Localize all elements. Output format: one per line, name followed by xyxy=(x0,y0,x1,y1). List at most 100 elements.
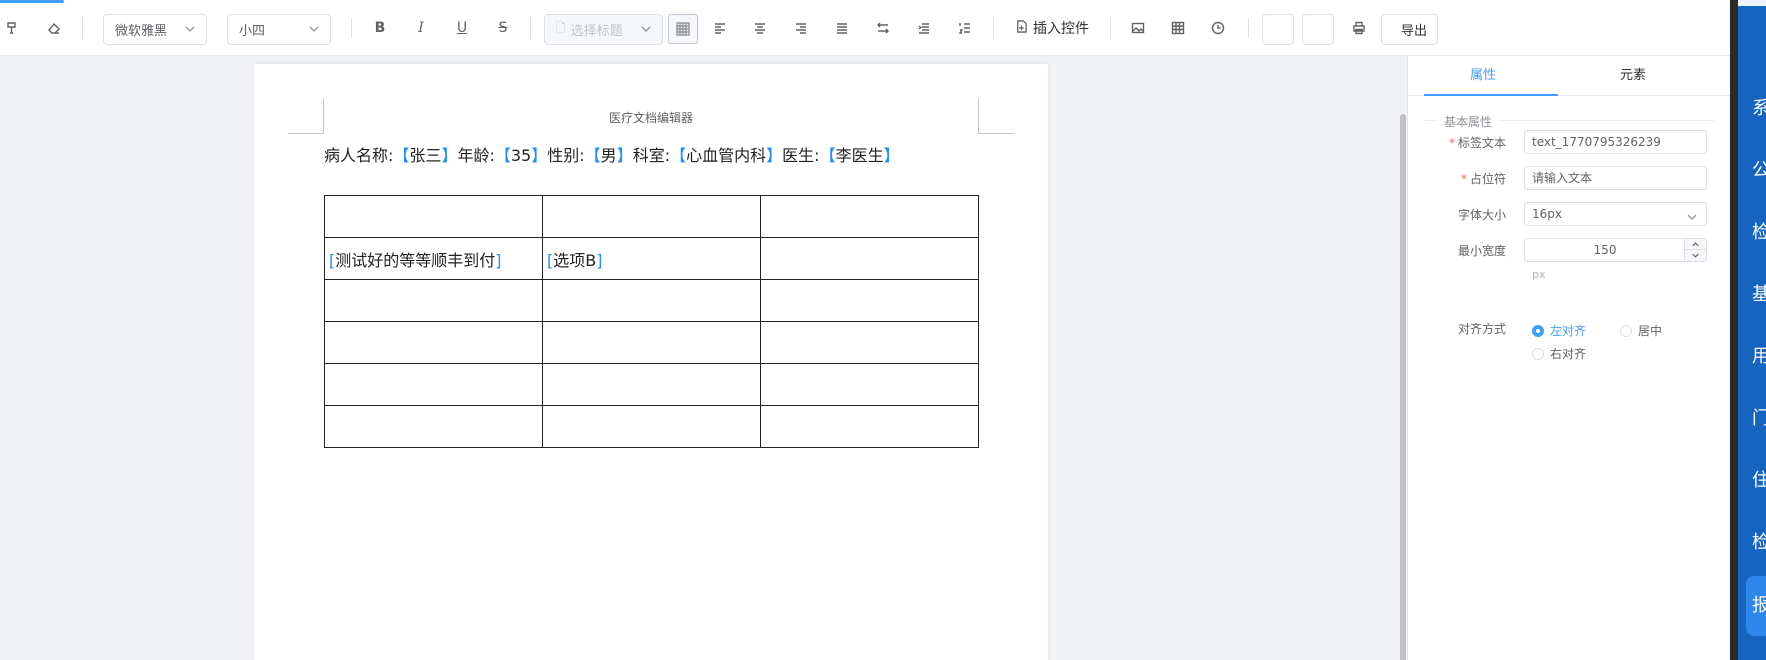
side-nav-item-8[interactable]: 检 xyxy=(1752,528,1766,554)
table-cell[interactable] xyxy=(324,279,543,322)
table-icon[interactable] xyxy=(1166,15,1190,41)
field-control[interactable]: 【李医生】 xyxy=(820,146,900,165)
side-nav-item-1[interactable]: 系 xyxy=(1752,94,1766,120)
table-cell[interactable] xyxy=(760,279,979,322)
table-cell[interactable] xyxy=(542,195,761,238)
label-text-input[interactable]: text_1770795326239 xyxy=(1524,130,1707,154)
underline-button[interactable]: U xyxy=(450,15,474,41)
table-cell[interactable] xyxy=(542,363,761,406)
field-control[interactable]: 【男】 xyxy=(585,146,633,165)
field-control[interactable]: 【心血管内科】 xyxy=(670,146,782,165)
window-divider xyxy=(1730,0,1738,660)
cell-control-value[interactable]: 测试好的等等顺丰到付 xyxy=(335,251,495,270)
table-cell[interactable] xyxy=(324,363,543,406)
align-justify-icon[interactable] xyxy=(830,15,854,41)
min-width-stepper[interactable]: 150 xyxy=(1524,238,1707,262)
file-plus-icon xyxy=(1015,19,1028,37)
table-cell[interactable] xyxy=(324,405,543,448)
table-cell[interactable] xyxy=(542,405,761,448)
toolbar-divider xyxy=(82,18,83,38)
align-left-label: 左对齐 xyxy=(1550,324,1587,338)
table-cell[interactable] xyxy=(760,405,979,448)
side-nav-item-3[interactable]: 检 xyxy=(1752,218,1766,244)
ordered-list-icon[interactable] xyxy=(953,15,977,41)
table-cell[interactable] xyxy=(760,237,979,280)
table-cell[interactable] xyxy=(760,321,979,364)
side-nav-item-5[interactable]: 用 xyxy=(1752,342,1766,368)
tab-active-indicator xyxy=(1424,94,1558,96)
field-control[interactable]: 【35】 xyxy=(495,146,547,165)
table-cell[interactable] xyxy=(760,363,979,406)
heading-placeholder: 选择标题 xyxy=(570,24,623,39)
field-label: 医生: xyxy=(782,146,820,165)
field-bracket-close: 】 xyxy=(441,146,458,165)
table-cell[interactable]: [选项B] xyxy=(542,237,761,280)
font-size-select[interactable]: 小四 xyxy=(227,14,331,45)
indent-icon[interactable] xyxy=(912,15,936,41)
canvas-scrollbar[interactable] xyxy=(1400,114,1406,660)
increment-button[interactable] xyxy=(1685,239,1706,250)
background-color-icon[interactable] xyxy=(668,14,698,44)
field-value: 张三 xyxy=(409,146,442,165)
table-row xyxy=(324,195,979,238)
properties-panel: 属性 元素 基本属性 * 标签文本 text_1770795326239 * 占位符… xyxy=(1407,56,1730,660)
align-center-icon[interactable] xyxy=(748,15,772,41)
table-cell[interactable] xyxy=(542,321,761,364)
field-bracket-close: 】 xyxy=(531,146,548,165)
clock-icon[interactable] xyxy=(1206,15,1230,41)
form-row-min-width: 最小宽度 150 px xyxy=(1408,238,1731,281)
table-cell[interactable] xyxy=(542,279,761,322)
table-cell[interactable] xyxy=(324,195,543,238)
decrement-button[interactable] xyxy=(1685,250,1706,261)
format-painter-icon[interactable] xyxy=(0,15,24,41)
align-left-icon[interactable] xyxy=(708,15,732,41)
required-mark: * xyxy=(1460,172,1467,186)
tab-properties[interactable]: 属性 xyxy=(1408,56,1558,95)
export-button[interactable]: 导出 xyxy=(1381,14,1438,45)
side-nav-item-9[interactable]: 报 xyxy=(1746,576,1766,636)
strikethrough-button[interactable]: S xyxy=(491,15,515,41)
side-nav-item-7[interactable]: 住 xyxy=(1752,466,1766,492)
printer-icon[interactable] xyxy=(1347,15,1371,41)
align-left-radio[interactable]: 左对齐 xyxy=(1532,322,1586,339)
table-row xyxy=(324,279,979,322)
highlight-color-button[interactable] xyxy=(1302,14,1334,45)
stepper-controls xyxy=(1684,239,1706,261)
text-color-button[interactable] xyxy=(1262,14,1294,45)
placeholder-label: * 占位符 xyxy=(1461,166,1506,192)
font-family-select[interactable]: 微软雅黑 xyxy=(103,14,207,45)
side-nav-item-2[interactable]: 公 xyxy=(1752,156,1766,182)
eraser-icon[interactable] xyxy=(42,15,66,41)
field-bracket-open: 【 xyxy=(584,146,601,165)
cell-control-value[interactable]: 选项B xyxy=(553,251,596,270)
tab-elements[interactable]: 元素 xyxy=(1558,56,1708,95)
insert-control-button[interactable]: 插入控件 xyxy=(1015,15,1089,41)
control-bracket-close: ] xyxy=(495,250,502,270)
editor-canvas[interactable]: 医疗文档编辑器 病人名称:【张三】年龄:【35】性别:【男】科室:【心血管内科】… xyxy=(0,56,1406,660)
chevron-down-icon xyxy=(1686,208,1698,230)
patient-info-line: 病人名称:【张三】年龄:【35】性别:【男】科室:【心血管内科】医生:【李医生】 xyxy=(324,142,900,166)
strikethrough-label: S xyxy=(498,20,508,36)
font-size-select[interactable]: 16px xyxy=(1524,202,1707,226)
heading-select[interactable]: 🗋 选择标题 xyxy=(544,14,663,45)
field-value: 李医生 xyxy=(835,146,884,165)
document-table[interactable]: [测试好的等等顺丰到付] [选项B] xyxy=(324,195,979,448)
document-page[interactable]: 医疗文档编辑器 病人名称:【张三】年龄:【35】性别:【男】科室:【心血管内科】… xyxy=(254,64,1048,660)
table-cell[interactable] xyxy=(760,195,979,238)
align-center-radio[interactable]: 居中 xyxy=(1620,322,1662,339)
field-control[interactable]: 【张三】 xyxy=(393,146,457,165)
image-icon[interactable] xyxy=(1126,15,1150,41)
table-cell[interactable] xyxy=(324,321,543,364)
bold-button[interactable]: B xyxy=(368,15,392,41)
align-right-icon[interactable] xyxy=(789,15,813,41)
bold-label: B xyxy=(374,20,386,36)
min-width-value[interactable]: 150 xyxy=(1525,239,1685,261)
italic-button[interactable]: I xyxy=(409,15,433,41)
label-text-label: * 标签文本 xyxy=(1449,130,1506,156)
placeholder-input[interactable]: 请输入文本 xyxy=(1524,166,1707,190)
table-cell[interactable]: [测试好的等等顺丰到付] xyxy=(324,237,543,280)
side-nav-item-6[interactable]: 门 xyxy=(1752,404,1766,430)
line-spacing-icon[interactable] xyxy=(871,15,895,41)
align-right-radio[interactable]: 右对齐 xyxy=(1532,345,1586,362)
side-nav-item-4[interactable]: 基 xyxy=(1752,280,1766,306)
